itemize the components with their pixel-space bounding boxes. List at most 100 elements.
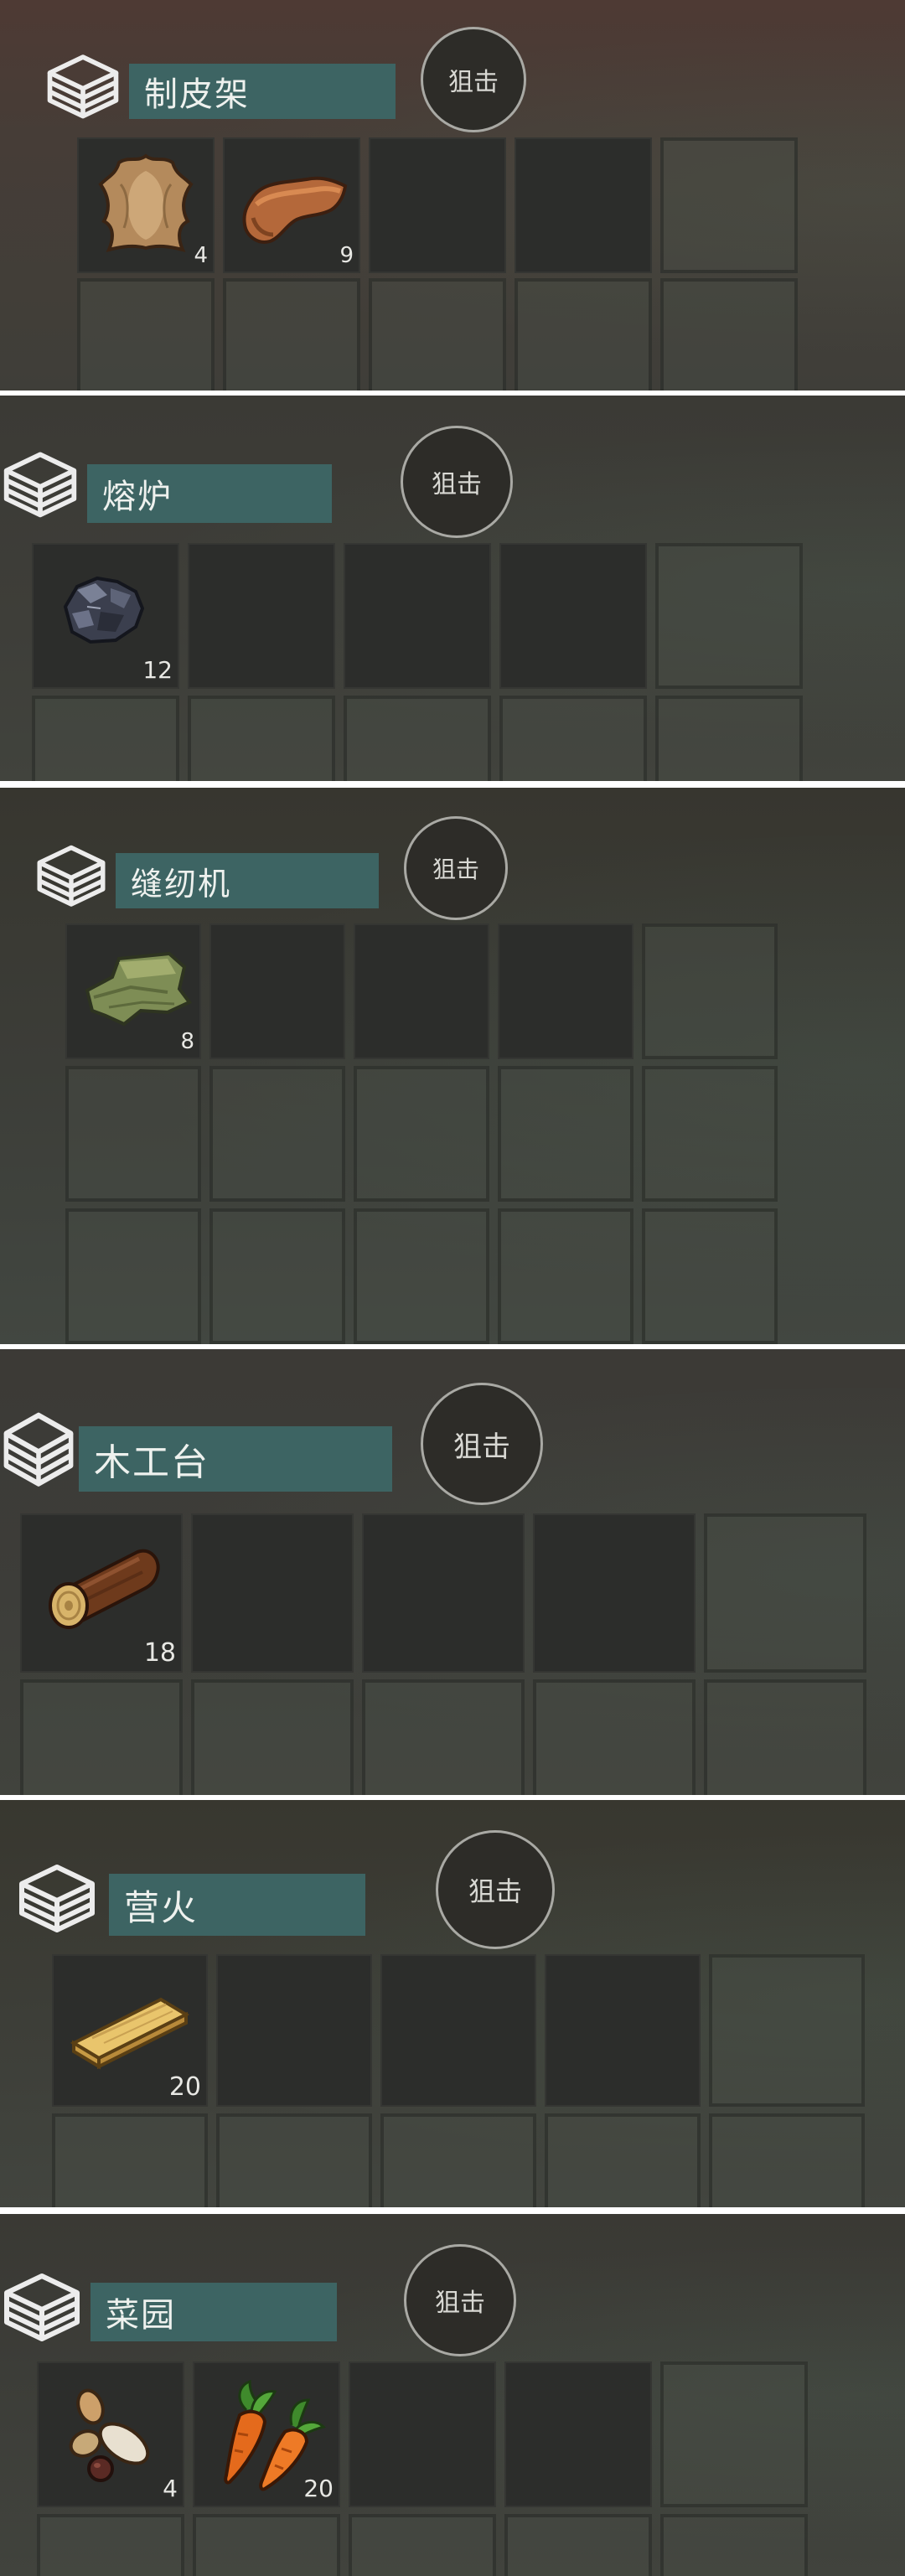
station-title-text: 菜园 xyxy=(106,2296,176,2335)
inventory-slot[interactable] xyxy=(655,543,803,689)
snipe-button-label: 狙击 xyxy=(432,856,479,883)
storage-crate-icon xyxy=(47,54,119,119)
inventory-slot[interactable] xyxy=(65,1066,201,1202)
inventory-slot[interactable]: 20 xyxy=(193,2361,340,2507)
inventory-slot[interactable] xyxy=(533,1513,696,1673)
inventory-slot[interactable] xyxy=(498,1066,634,1202)
inventory-slot[interactable] xyxy=(37,2514,184,2576)
log-icon xyxy=(49,1549,160,1629)
inventory-slot[interactable] xyxy=(193,2514,340,2576)
snipe-button[interactable]: 狙击 xyxy=(436,1830,555,1949)
inventory-slot[interactable] xyxy=(349,2514,496,2576)
inventory-slot[interactable] xyxy=(504,2361,652,2507)
inventory-slot[interactable] xyxy=(369,278,506,391)
inventory-slot[interactable] xyxy=(77,278,215,391)
inventory-slot[interactable] xyxy=(545,1954,701,2107)
inventory-slot[interactable] xyxy=(660,278,798,391)
inventory-slot[interactable] xyxy=(498,1208,634,1344)
station-title-text: 营火 xyxy=(124,1886,199,1928)
inventory-slot[interactable] xyxy=(349,2361,496,2507)
station-title: 营火 xyxy=(109,1874,365,1936)
cloth-icon xyxy=(85,951,193,1027)
inventory-slot[interactable] xyxy=(380,2113,536,2207)
snipe-button[interactable]: 狙击 xyxy=(401,426,513,538)
seeds-icon xyxy=(69,2388,150,2482)
item-count: 12 xyxy=(142,656,173,684)
snipe-button-label: 狙击 xyxy=(435,2289,485,2318)
inventory-slot[interactable] xyxy=(709,2113,865,2207)
animal-hide-icon xyxy=(98,153,194,252)
inventory-slot[interactable]: 4 xyxy=(37,2361,184,2507)
inventory-slot[interactable] xyxy=(52,2113,208,2207)
inventory-slot[interactable]: 8 xyxy=(65,923,201,1059)
inventory-slot[interactable] xyxy=(188,696,335,781)
snipe-button[interactable]: 狙击 xyxy=(404,2244,516,2356)
inventory-slot[interactable] xyxy=(709,1954,865,2107)
inventory-slot[interactable] xyxy=(369,137,506,273)
inventory-slot[interactable] xyxy=(660,2361,808,2507)
inventory-slot[interactable] xyxy=(191,1513,354,1673)
inventory-slot[interactable] xyxy=(223,278,360,391)
station-title-text: 熔炉 xyxy=(102,478,173,516)
inventory-slot[interactable] xyxy=(704,1513,866,1673)
inventory-slot[interactable] xyxy=(533,1679,696,1795)
item-count: 8 xyxy=(180,1029,194,1054)
inventory-slot[interactable] xyxy=(642,923,778,1059)
station-title: 木工台 xyxy=(79,1426,392,1492)
storage-crate-icon xyxy=(4,2273,80,2341)
inventory-slot[interactable]: 4 xyxy=(77,137,215,273)
inventory-slot[interactable] xyxy=(499,543,647,689)
snipe-button[interactable]: 狙击 xyxy=(421,27,526,132)
inventory-slot[interactable] xyxy=(499,696,647,781)
inventory-slot[interactable] xyxy=(642,1066,778,1202)
storage-crate-icon xyxy=(37,845,106,907)
inventory-slot[interactable] xyxy=(191,1679,354,1795)
inventory-slot[interactable] xyxy=(515,137,652,273)
storage-crate-icon xyxy=(3,452,77,518)
inventory-slot[interactable] xyxy=(515,278,652,391)
inventory-slot[interactable] xyxy=(504,2514,652,2576)
snipe-button-label: 狙击 xyxy=(468,1875,522,1907)
snipe-button-label: 狙击 xyxy=(432,470,482,499)
snipe-button[interactable]: 狙击 xyxy=(404,816,508,920)
inventory-slot[interactable] xyxy=(362,1679,525,1795)
inventory-slot[interactable] xyxy=(209,923,345,1059)
inventory-slot[interactable] xyxy=(545,2113,701,2207)
inventory-slot[interactable] xyxy=(344,543,491,689)
inventory-slot[interactable] xyxy=(660,137,798,273)
inventory-slot[interactable] xyxy=(655,696,803,781)
station-panel-woodworking-bench: 木工台 狙击 18 xyxy=(0,1349,905,1795)
storage-crate-icon xyxy=(3,1412,74,1487)
inventory-slot[interactable] xyxy=(660,2514,808,2576)
station-title: 熔炉 xyxy=(87,464,332,523)
inventory-slot[interactable]: 9 xyxy=(223,137,360,273)
inventory-slot[interactable]: 20 xyxy=(52,1954,208,2107)
inventory-slot[interactable] xyxy=(32,696,179,781)
station-title-text: 缝纫机 xyxy=(131,865,232,903)
inventory-slot[interactable]: 12 xyxy=(32,543,179,689)
inventory-slot[interactable] xyxy=(209,1208,345,1344)
inventory-slot[interactable] xyxy=(380,1954,536,2107)
inventory-slot[interactable] xyxy=(362,1513,525,1673)
inventory-slot[interactable] xyxy=(188,543,335,689)
inventory-slot[interactable] xyxy=(704,1679,866,1795)
station-panel-tanning-rack: 制皮架 狙击 4 9 xyxy=(0,0,905,391)
inventory-slot[interactable] xyxy=(344,696,491,781)
inventory-slot[interactable] xyxy=(354,1208,489,1344)
station-title: 菜园 xyxy=(90,2283,337,2341)
leather-icon xyxy=(242,176,348,244)
inventory-slot[interactable] xyxy=(216,2113,372,2207)
item-count: 4 xyxy=(194,243,208,268)
inventory-slot[interactable] xyxy=(498,923,634,1059)
wood-plank-icon xyxy=(70,1997,190,2070)
inventory-slot[interactable] xyxy=(354,1066,489,1202)
inventory-slot[interactable] xyxy=(20,1679,183,1795)
inventory-slot[interactable] xyxy=(209,1066,345,1202)
inventory-slot[interactable] xyxy=(65,1208,201,1344)
inventory-slot[interactable] xyxy=(354,923,489,1059)
inventory-slot[interactable]: 18 xyxy=(20,1513,183,1673)
inventory-slot[interactable] xyxy=(642,1208,778,1344)
inventory-slot[interactable] xyxy=(216,1954,372,2107)
snipe-button-label: 狙击 xyxy=(448,68,499,97)
snipe-button[interactable]: 狙击 xyxy=(421,1383,543,1505)
